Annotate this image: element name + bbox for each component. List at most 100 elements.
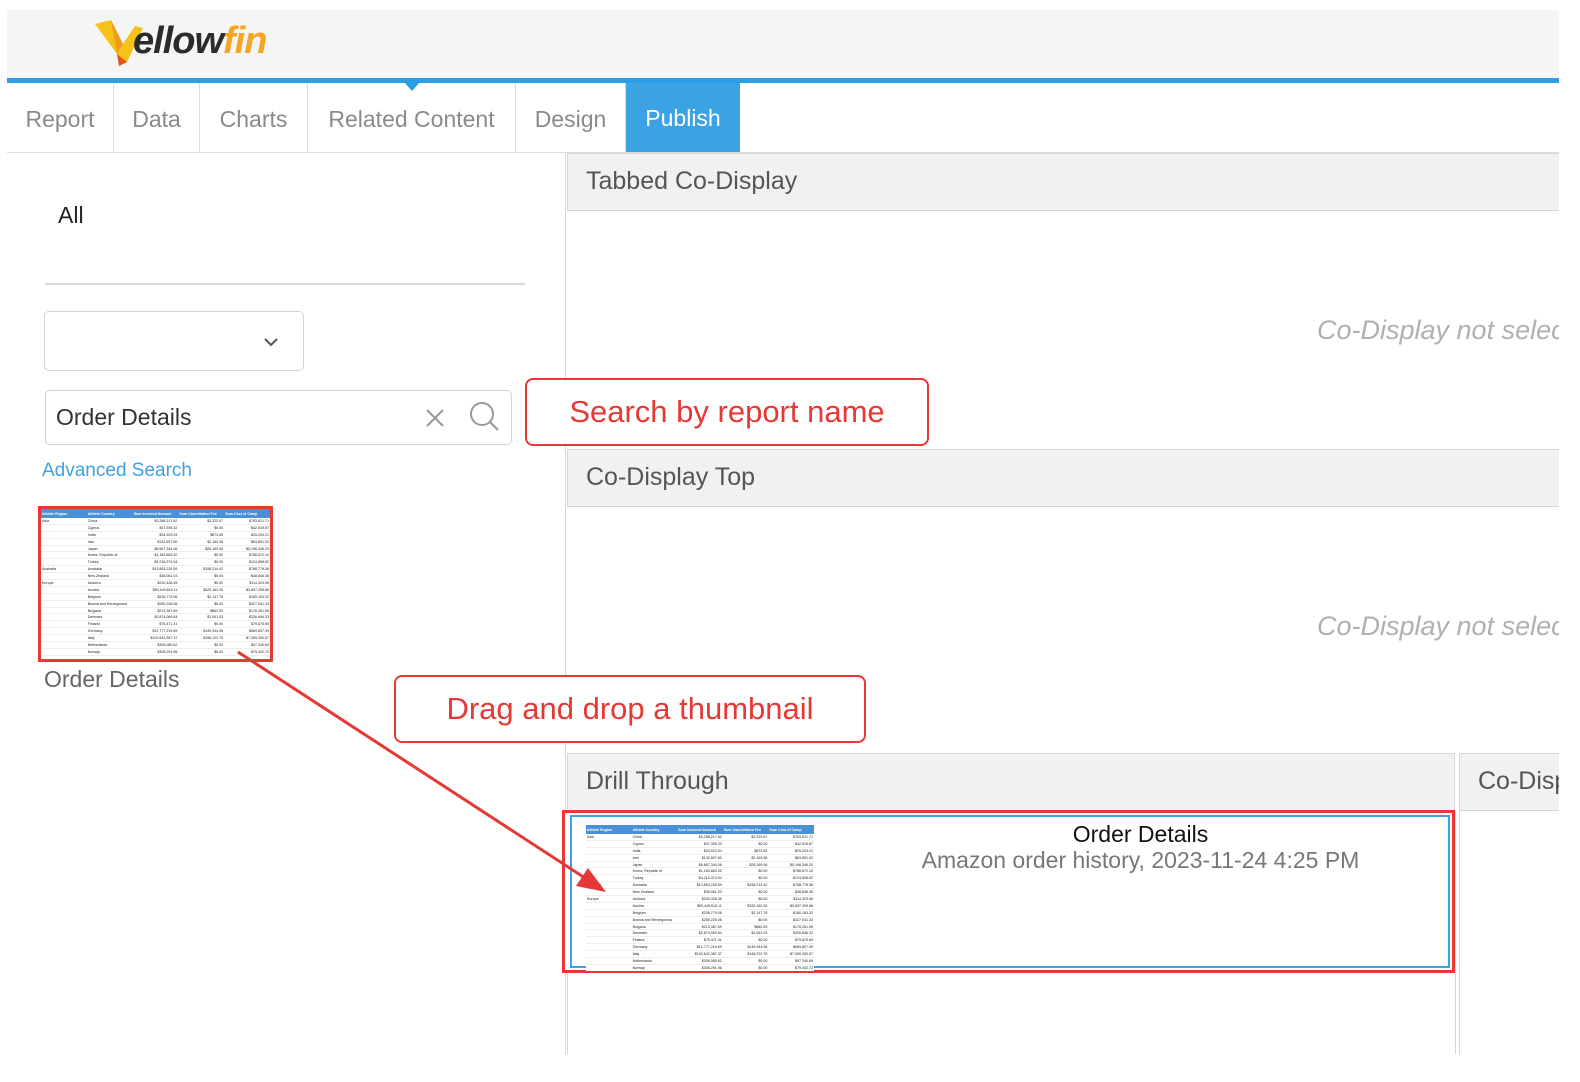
thumbnail-cell: Norway <box>86 648 133 656</box>
thumbnail-cell: $149,944.96 <box>178 627 225 636</box>
thumbnail-cell: $48,846.36 <box>224 572 270 581</box>
thumbnail-cell: $306,080.62 <box>677 957 723 965</box>
thumbnail-cell <box>41 551 87 560</box>
drill-item-subtitle: Amazon order history, 2023-11-24 4:25 PM <box>921 847 1360 873</box>
drill-through-report-item[interactable]: Athlete Region Athlete Country Sum Invoice… <box>562 810 1455 973</box>
thumbnail-cell: $47,395.32 <box>132 524 179 532</box>
thumbnail-cell: $862.53 <box>722 923 769 931</box>
tab-design[interactable]: Design <box>516 83 626 152</box>
thumbnail-cell: Belgium <box>631 909 678 917</box>
thumbnail-cell: $2,874,069.64 <box>677 929 723 938</box>
thumbnail-row: Bulgaria $213,387.69 $862.53 $176,261.06 <box>41 607 270 615</box>
thumbnail-col-header: Sum Cost of Camp <box>224 509 270 518</box>
thumbnail-cell: $28,169.06 <box>722 861 769 869</box>
thumbnail-cell <box>586 840 632 848</box>
thumbnail-cell: $3,697,399.88 <box>224 586 270 594</box>
thumbnail-cell <box>41 538 87 546</box>
thumbnail-cell: $308,291.96 <box>677 964 723 971</box>
thumbnail-table: Athlete Region Athlete Country Sum Invoice… <box>41 509 270 656</box>
codisplay-header: Co-Disp <box>1459 753 1569 811</box>
thumbnail-cell <box>41 572 87 581</box>
advanced-search-link[interactable]: Advanced Search <box>42 460 192 482</box>
thumbnail-row: Finland $75,471.41 $0.00 $79,875.69 <box>586 936 814 945</box>
thumbnail-cell: $230,428.45 <box>132 579 179 587</box>
thumbnail-cell <box>586 854 632 862</box>
thumbnail-row: Korea, Republic of $1,183,863.20 $0.00 $788… <box>41 551 270 560</box>
thumbnail-cell: $236,779.06 <box>132 593 179 601</box>
thumbnail-cell: Finland <box>86 620 133 629</box>
thumbnail-cell: $236,779.06 <box>677 909 723 917</box>
thumbnail-cell: $13,853,226.59 <box>677 881 723 890</box>
thumbnail-cell: $280,226.06 <box>132 600 179 608</box>
thumbnail-cell: $5,196,346.20 <box>768 861 814 869</box>
thumbnail-cell: $2,147.76 <box>178 593 225 601</box>
thumbnail-col-header: Athlete Region <box>41 509 87 518</box>
thumbnail-cell: $0.00 <box>722 888 769 897</box>
thumbnail-cell: $873.65 <box>178 531 225 539</box>
thumbnail-cell: $124,898.82 <box>768 874 814 883</box>
tab-related-content[interactable]: Related Content <box>308 83 516 152</box>
thumbnail-cell: $75,471.41 <box>132 620 179 629</box>
thumbnail-cell: Andorra <box>86 579 133 587</box>
thumbnail-cell <box>586 950 632 959</box>
tab-report[interactable]: Report <box>7 83 114 152</box>
search-icon[interactable] <box>469 401 501 433</box>
thumbnail-cell: Europe <box>41 579 87 587</box>
thumbnail-cell: Japan <box>631 861 678 869</box>
thumbnail-cell <box>586 861 632 869</box>
thumbnail-cell: $198,214.42 <box>178 565 225 574</box>
thumbnail-row: New Zealand $36,061.03 $0.00 $48,846.36 <box>41 572 270 581</box>
thumbnail-cell: $0.00 <box>178 572 225 581</box>
thumbnail-cell <box>41 641 87 649</box>
thumbnail-cell: $0.00 <box>178 579 225 587</box>
thumbnail-cell: $132,597.60 <box>132 538 179 546</box>
clear-icon[interactable] <box>424 407 446 429</box>
thumbnail-cell: $25,204.21 <box>768 847 814 855</box>
thumbnail-cell: Italy <box>86 634 133 643</box>
thumbnail-cell <box>586 909 632 917</box>
thumbnail-cell: $327,041.33 <box>224 600 270 608</box>
tab-publish[interactable]: Publish <box>626 83 740 152</box>
thumbnail-cell: Denmark <box>631 929 678 938</box>
search-input[interactable]: Order Details <box>45 390 512 445</box>
thumbnail-cell: $280,226.06 <box>677 916 723 924</box>
filter-dropdown[interactable] <box>44 311 304 371</box>
thumbnail-col-header: Sum Invoiced Amount <box>677 825 723 834</box>
step-tabbar: Report Data Charts Related Content Desig… <box>7 83 1559 153</box>
thumbnail-row: Norway $308,291.96 $0.00 $79,442.72 <box>586 964 814 971</box>
report-thumbnail[interactable]: Athlete Region Athlete Country Sum Invoice… <box>38 506 273 662</box>
drill-panel-border <box>1455 811 1456 1054</box>
thumbnail-cell: $25,204.21 <box>224 531 270 539</box>
thumbnail-cell: $28,169.06 <box>178 545 225 553</box>
thumbnail-cell: $180,163.32 <box>768 909 814 917</box>
thumbnail-cell: $124,898.82 <box>224 558 270 567</box>
thumbnail-cell: $12,777,219.69 <box>132 627 179 636</box>
thumbnail-cell: $788,672.10 <box>224 551 270 560</box>
thumbnail-cell: $198,214.42 <box>722 881 769 890</box>
tab-data[interactable]: Data <box>114 83 200 152</box>
thumbnail-cell: $669,807.39 <box>224 627 270 636</box>
thumbnail-cell: $63,891.02 <box>768 854 814 862</box>
thumbnail-cell: $196,222.75 <box>178 634 225 643</box>
thumbnail-cell: $102,642,387.37 <box>677 950 723 959</box>
thumbnail-cell <box>586 847 632 855</box>
thumbnail-row: Iran $132,597.60 $2,163.36 $63,891.02 <box>586 854 814 862</box>
thumbnail-row: Belgium $236,779.06 $2,147.76 $180,163.32 <box>586 909 814 917</box>
yellowfin-logo[interactable]: ellowfin <box>93 18 267 70</box>
thumbnail-row: Cyprus $47,395.32 $0.00 $42,519.67 <box>41 524 270 532</box>
thumbnail-cell: $4,216,374.94 <box>677 874 723 883</box>
thumbnail-row: India $34,923.94 $873.65 $25,204.21 <box>41 531 270 539</box>
thumbnail-col-header: Athlete Country <box>86 509 133 518</box>
thumbnail-cell: Finland <box>631 936 678 945</box>
thumbnail-row: Norway $308,291.96 $0.00 $79,442.72 <box>41 648 270 656</box>
thumbnail-row: New Zealand $36,061.03 $0.00 $48,846.36 <box>586 888 814 897</box>
thumbnail-cell: Andorra <box>631 895 678 903</box>
tab-charts[interactable]: Charts <box>200 83 308 152</box>
thumbnail-cell: $1,061.03 <box>178 613 225 622</box>
thumbnail-cell: $0.00 <box>722 867 769 876</box>
thumbnail-cell: Austria <box>86 586 133 594</box>
thumbnail-col-header: Sum Cancellation Fee <box>722 825 769 834</box>
thumbnail-cell <box>41 600 87 608</box>
thumbnail-cell: $788,776.36 <box>768 881 814 890</box>
category-label[interactable]: All <box>58 202 84 229</box>
